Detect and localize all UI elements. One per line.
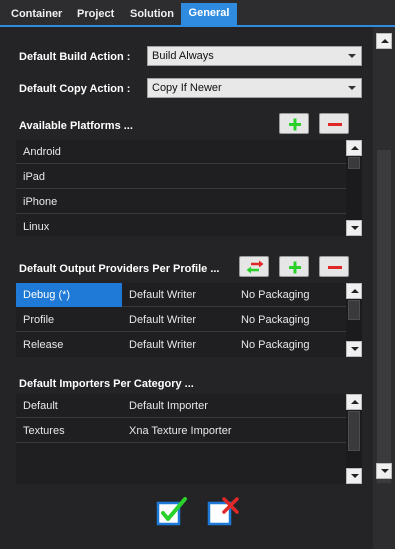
table-row[interactable]: Release Default Writer No Packaging: [16, 333, 346, 357]
checkbox-ok-icon: [156, 497, 187, 526]
copy-action-value: Copy If Newer: [152, 82, 222, 94]
scroll-down-button[interactable]: [346, 341, 362, 357]
plus-icon: [289, 261, 301, 274]
minus-icon: [328, 266, 342, 269]
output-providers-label: Default Output Providers Per Profile ...: [19, 263, 220, 275]
scroll-up-button[interactable]: [376, 33, 392, 49]
arrow-up-icon: [351, 289, 359, 293]
copy-action-label: Default Copy Action :: [19, 83, 131, 95]
tab-container[interactable]: Container: [5, 4, 68, 25]
tab-bar: Container Project Solution General: [0, 0, 395, 27]
arrow-down-icon: [351, 347, 359, 351]
packaging-cell: No Packaging: [241, 314, 310, 326]
remove-platform-button[interactable]: [319, 113, 349, 134]
table-row[interactable]: Textures Xna Texture Importer: [16, 419, 346, 443]
ok-button[interactable]: [155, 495, 189, 529]
build-action-value: Build Always: [152, 50, 214, 62]
chevron-down-icon: [348, 86, 356, 90]
writer-cell: Default Writer: [129, 339, 197, 351]
platform-name: iPad: [23, 171, 46, 183]
arrow-down-icon: [351, 474, 359, 478]
list-item[interactable]: Linux: [16, 215, 346, 239]
copy-action-select[interactable]: Copy If Newer: [147, 78, 362, 98]
swap-provider-button[interactable]: [239, 256, 269, 277]
arrow-up-icon: [351, 400, 359, 404]
table-row[interactable]: Profile Default Writer No Packaging: [16, 308, 346, 332]
platform-name: Android: [23, 146, 61, 158]
profile-cell: Release: [23, 339, 64, 351]
category-cell: Textures: [23, 425, 65, 437]
panel-scrollbar[interactable]: [373, 27, 395, 549]
plus-icon: [289, 118, 301, 131]
arrow-up-icon: [351, 146, 359, 150]
profile-cell: Debug (*): [16, 283, 122, 307]
table-row[interactable]: Default Default Importer: [16, 394, 346, 418]
scroll-up-button[interactable]: [346, 283, 362, 299]
arrow-down-icon: [351, 226, 359, 230]
importers-scrollbar[interactable]: [346, 394, 362, 484]
list-item[interactable]: Android: [16, 140, 346, 164]
swap-icon: [246, 260, 264, 274]
platform-name: iPhone: [23, 196, 58, 208]
add-platform-button[interactable]: [279, 113, 309, 134]
scroll-thumb[interactable]: [348, 411, 360, 451]
importer-cell: Xna Texture Importer: [129, 425, 232, 437]
importers-table[interactable]: Default Default Importer Textures Xna Te…: [16, 394, 362, 484]
platforms-list[interactable]: Android iPad iPhone Linux: [16, 140, 362, 236]
packaging-cell: No Packaging: [241, 339, 310, 351]
table-row[interactable]: Debug (*) Default Writer No Packaging: [16, 283, 346, 307]
platform-name: Linux: [23, 221, 50, 233]
category-cell: Default: [23, 400, 58, 412]
writer-cell: Default Writer: [129, 289, 197, 301]
importers-label: Default Importers Per Category ...: [19, 378, 194, 390]
packaging-cell: No Packaging: [241, 289, 310, 301]
build-action-label: Default Build Action :: [19, 51, 131, 63]
scroll-up-button[interactable]: [346, 394, 362, 410]
cancel-button[interactable]: [206, 495, 240, 529]
scroll-down-button[interactable]: [346, 220, 362, 236]
scroll-down-button[interactable]: [376, 463, 392, 479]
add-provider-button[interactable]: [279, 256, 309, 277]
profile-cell: Profile: [23, 314, 55, 326]
list-item[interactable]: iPad: [16, 165, 346, 189]
tab-solution[interactable]: Solution: [124, 4, 180, 25]
chevron-down-icon: [348, 54, 356, 58]
output-providers-table[interactable]: Debug (*) Default Writer No Packaging Pr…: [16, 283, 362, 357]
providers-scrollbar[interactable]: [346, 283, 362, 357]
tab-project[interactable]: Project: [71, 4, 120, 25]
scroll-thumb[interactable]: [377, 150, 391, 483]
remove-provider-button[interactable]: [319, 256, 349, 277]
scroll-thumb[interactable]: [348, 300, 360, 320]
list-item[interactable]: iPhone: [16, 190, 346, 214]
arrow-down-icon: [381, 469, 389, 473]
scroll-up-button[interactable]: [346, 140, 362, 156]
tab-general[interactable]: General: [181, 3, 237, 25]
platforms-label: Available Platforms ...: [19, 120, 133, 132]
importer-cell: Default Importer: [129, 400, 208, 412]
scroll-thumb[interactable]: [348, 157, 360, 169]
checkbox-cancel-icon: [207, 497, 239, 526]
minus-icon: [328, 123, 342, 126]
build-action-select[interactable]: Build Always: [147, 46, 362, 66]
scroll-down-button[interactable]: [346, 468, 362, 484]
writer-cell: Default Writer: [129, 314, 197, 326]
general-panel: Default Build Action : Build Always Defa…: [0, 27, 373, 549]
platforms-scrollbar[interactable]: [346, 140, 362, 236]
arrow-up-icon: [381, 39, 389, 43]
